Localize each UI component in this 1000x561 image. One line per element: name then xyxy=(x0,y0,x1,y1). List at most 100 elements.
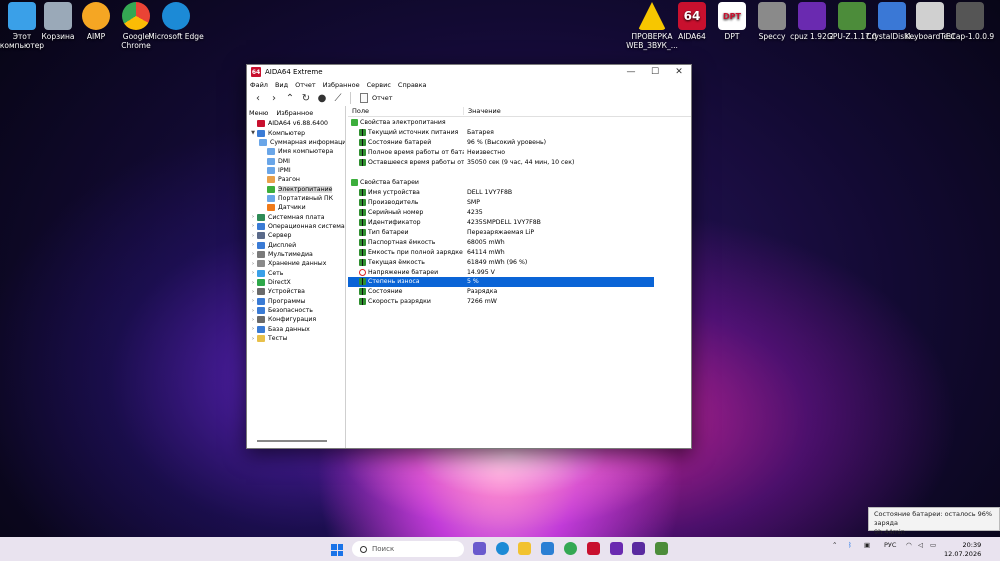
detail-row[interactable]: Степень износа 5 % xyxy=(348,277,654,287)
detail-row[interactable]: Оставшееся время работы от ... 35050 сек … xyxy=(348,158,691,168)
column-value-header[interactable]: Значение xyxy=(464,107,501,115)
detail-row[interactable]: Текущая ёмкость 61849 mWh (96 %) xyxy=(348,257,691,267)
chevron-right-icon[interactable]: › xyxy=(249,233,257,239)
clock[interactable]: 20:39 12.07.2026 xyxy=(944,541,981,559)
menu-item-4[interactable]: Сервис xyxy=(367,81,391,89)
chevron-right-icon[interactable]: › xyxy=(249,261,257,267)
chevron-right-icon[interactable]: › xyxy=(249,326,257,332)
tree-item[interactable]: › Сервер xyxy=(247,231,345,240)
taskbar-search[interactable]: Поиск xyxy=(352,541,464,557)
detail-row[interactable]: Серийный номер 4235 xyxy=(348,207,691,217)
tree-item[interactable]: › Программы xyxy=(247,297,345,306)
taskbar-edge-icon[interactable] xyxy=(496,542,509,555)
taskbar-explorer-icon[interactable] xyxy=(518,542,531,555)
tree-item[interactable]: › Операционная система xyxy=(247,222,345,231)
up-arrow-icon[interactable]: ⌃ xyxy=(283,91,297,105)
detail-row[interactable]: Паспортная ёмкость 68005 mWh xyxy=(348,237,691,247)
tree-item[interactable]: › Безопасность xyxy=(247,306,345,315)
menu-item-3[interactable]: Избранное xyxy=(323,81,360,89)
tree-item[interactable]: Суммарная информация xyxy=(247,138,345,147)
tree-item[interactable]: Электропитание xyxy=(247,184,345,193)
menu-item-2[interactable]: Отчет xyxy=(295,81,316,89)
wifi-icon[interactable]: ◠ xyxy=(906,541,912,549)
column-field-header[interactable]: Поле xyxy=(348,107,464,115)
tree-item[interactable]: ▼ Компьютер xyxy=(247,128,345,137)
title-bar[interactable]: 64 AIDA64 Extreme — ☐ ✕ xyxy=(247,65,691,79)
battery-icon[interactable]: ▭ xyxy=(930,541,936,549)
menu-item-0[interactable]: Файл xyxy=(250,81,268,89)
chart-icon[interactable]: ⟋ xyxy=(331,91,345,105)
tree-item[interactable]: Портативный ПК xyxy=(247,194,345,203)
detail-row[interactable]: Состояние батарей 96 % (Высокий уровень) xyxy=(348,138,691,148)
chevron-right-icon[interactable]: › xyxy=(249,308,257,314)
bluetooth-icon[interactable]: ᛒ xyxy=(848,541,852,549)
chevron-down-icon[interactable]: ▼ xyxy=(249,130,257,136)
detail-row[interactable]: Полное время работы от бата... Неизвестно xyxy=(348,148,691,158)
desktop-icon-edge[interactable]: Microsoft Edge xyxy=(148,2,204,41)
forward-arrow-icon[interactable]: › xyxy=(267,91,281,105)
detail-row[interactable]: Ёмкость при полной зарядке 64114 mWh xyxy=(348,247,691,257)
tree-item[interactable]: AIDA64 v6.88.6400 xyxy=(247,119,345,128)
chevron-right-icon[interactable]: › xyxy=(249,336,257,342)
detail-row[interactable]: Скорость разрядки 7266 mW xyxy=(348,297,691,307)
battery-notification[interactable]: Состояние батареи: осталось 96% заряда 9… xyxy=(868,507,1000,536)
tree-item[interactable]: DMI xyxy=(247,156,345,165)
taskbar-gpuz-icon[interactable] xyxy=(655,542,668,555)
menu-item-1[interactable]: Вид xyxy=(275,81,288,89)
tree-item[interactable]: › База данных xyxy=(247,325,345,334)
tab-favorites[interactable]: Избранное xyxy=(276,109,313,117)
taskbar-cpuz-icon-2[interactable] xyxy=(632,542,645,555)
detail-row[interactable]: Напряжение батареи 14.995 V xyxy=(348,267,691,277)
back-arrow-icon[interactable]: ‹ xyxy=(251,91,265,105)
detail-row[interactable]: Производитель SMP xyxy=(348,198,691,208)
maximize-button[interactable]: ☐ xyxy=(643,65,667,79)
chevron-right-icon[interactable]: › xyxy=(249,270,257,276)
taskbar-aida64-icon[interactable] xyxy=(587,542,600,555)
tree-item[interactable]: › Мультимедиа xyxy=(247,250,345,259)
detail-row[interactable]: Текущий источник питания Батарея xyxy=(348,128,691,138)
chevron-right-icon[interactable]: › xyxy=(249,298,257,304)
close-button[interactable]: ✕ xyxy=(667,65,691,79)
taskbar-chrome-icon[interactable] xyxy=(564,542,577,555)
refresh-icon[interactable]: ↻ xyxy=(299,91,313,105)
detail-row[interactable]: Имя устройства DELL 1VY7F8B xyxy=(348,188,691,198)
detail-row[interactable]: Тип батареи Перезаряжаемая LiP xyxy=(348,227,691,237)
tray-app-icon[interactable]: ▣ xyxy=(864,541,870,549)
user-icon[interactable]: ● xyxy=(315,91,329,105)
minimize-button[interactable]: — xyxy=(619,65,643,79)
tree-item[interactable]: › DirectX xyxy=(247,278,345,287)
taskbar-cpuz-icon[interactable] xyxy=(610,542,623,555)
chevron-right-icon[interactable]: › xyxy=(249,289,257,295)
tree-item[interactable]: › Системная плата xyxy=(247,212,345,221)
section-header[interactable]: Свойства электропитания xyxy=(348,118,691,128)
tree-item[interactable]: Разгон xyxy=(247,175,345,184)
tree-item[interactable]: › Устройства xyxy=(247,287,345,296)
chevron-right-icon[interactable]: › xyxy=(249,317,257,323)
horizontal-scrollbar[interactable] xyxy=(257,440,327,442)
chevron-right-icon[interactable]: › xyxy=(249,242,257,248)
tree-item[interactable]: Датчики xyxy=(247,203,345,212)
volume-icon[interactable]: ◁ xyxy=(918,541,923,549)
tree-item[interactable]: › Тесты xyxy=(247,334,345,343)
section-header[interactable]: Свойства батареи xyxy=(348,178,691,188)
tree-item[interactable]: › Конфигурация xyxy=(247,315,345,324)
tree-item[interactable]: › Хранение данных xyxy=(247,259,345,268)
detail-row[interactable]: Идентификатор 4235SMPDELL 1VY7F8B xyxy=(348,217,691,227)
report-button[interactable]: Отчет xyxy=(360,93,393,103)
chevron-right-icon[interactable]: › xyxy=(249,214,257,220)
detail-row[interactable]: Состояние Разрядка xyxy=(348,287,691,297)
tree-item[interactable]: IPMI xyxy=(247,166,345,175)
windows-start-icon[interactable] xyxy=(331,544,343,556)
taskbar-store-icon[interactable] xyxy=(541,542,554,555)
tray-overflow-icon[interactable]: ⌃ xyxy=(832,541,837,549)
chevron-right-icon[interactable]: › xyxy=(249,251,257,257)
tree-item[interactable]: Имя компьютера xyxy=(247,147,345,156)
taskbar-meet-icon[interactable] xyxy=(473,542,486,555)
language-indicator[interactable]: РУС xyxy=(884,541,896,549)
tree-item[interactable]: › Дисплей xyxy=(247,240,345,249)
menu-item-5[interactable]: Справка xyxy=(398,81,427,89)
tree-item[interactable]: › Сеть xyxy=(247,269,345,278)
chevron-right-icon[interactable]: › xyxy=(249,223,257,229)
chevron-right-icon[interactable]: › xyxy=(249,280,257,286)
tab-menu[interactable]: Меню xyxy=(249,109,268,117)
